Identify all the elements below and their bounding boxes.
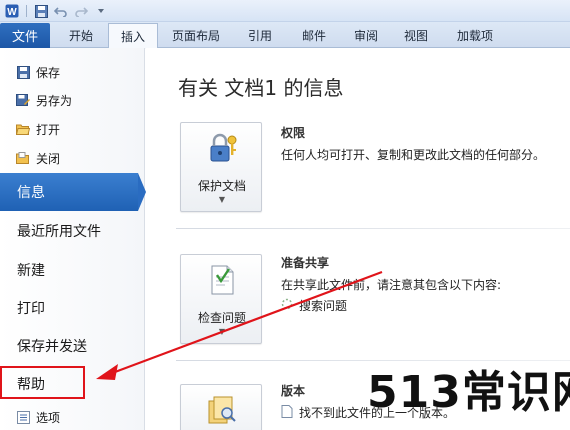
toolbar-separator <box>26 5 27 17</box>
backstage-nav: 保存 另存为 打开 关闭 信息 最近所用文件 新建 打印 保存并发送 帮助 选项 <box>0 48 146 430</box>
tab-home[interactable]: 开始 <box>56 23 106 48</box>
check-for-issues-label: 检查问题 <box>197 311 246 325</box>
document-icon <box>281 404 293 421</box>
nav-item-options[interactable]: 选项 <box>16 407 60 427</box>
tab-references[interactable]: 引用 <box>236 23 284 48</box>
versions-title: 版本 <box>281 384 306 398</box>
inspect-document-icon <box>205 263 239 297</box>
page-title: 有关 文档1 的信息 <box>178 76 344 100</box>
nav-item-print[interactable]: 打印 <box>17 298 45 318</box>
redo-icon[interactable] <box>73 3 89 19</box>
nav-item-info[interactable]: 信息 <box>0 173 138 211</box>
undo-icon[interactable] <box>53 3 69 19</box>
close-folder-icon <box>16 151 30 165</box>
help-highlight-box <box>0 366 85 399</box>
prepare-sharing-title: 准备共享 <box>281 256 330 270</box>
nav-item-label: 选项 <box>36 410 61 425</box>
permissions-title: 权限 <box>281 126 306 140</box>
lock-keys-icon <box>205 131 239 165</box>
nav-item-save-send[interactable]: 保存并发送 <box>17 336 87 356</box>
tab-insert[interactable]: 插入 <box>108 23 158 49</box>
tab-file[interactable]: 文件 <box>0 23 50 48</box>
active-indicator-arrow <box>138 173 146 211</box>
nav-item-close[interactable]: 关闭 <box>16 148 60 168</box>
nav-item-save-as[interactable]: 另存为 <box>16 90 72 110</box>
nav-item-label: 保存 <box>36 65 61 80</box>
quick-access-toolbar: W <box>4 3 109 19</box>
save-as-icon <box>16 93 30 107</box>
section-divider <box>176 228 570 229</box>
tab-page-layout[interactable]: 页面布局 <box>162 23 230 48</box>
word-app-icon[interactable]: W <box>4 3 20 19</box>
tab-review[interactable]: 审阅 <box>342 23 390 48</box>
nav-item-open[interactable]: 打开 <box>16 119 60 139</box>
permissions-description: 任何人均可打开、复制和更改此文档的任何部分。 <box>281 148 546 162</box>
nav-item-recent[interactable]: 最近所用文件 <box>17 221 101 241</box>
protect-document-label: 保护文档 <box>197 179 246 193</box>
watermark: 513常识网 <box>367 367 570 418</box>
nav-item-label: 另存为 <box>36 93 73 108</box>
searching-issues-item: 搜索问题 <box>281 297 347 314</box>
manage-versions-button[interactable] <box>180 384 262 430</box>
section-divider <box>176 360 570 361</box>
options-icon <box>16 410 30 424</box>
tab-addins[interactable]: 加载项 <box>446 23 504 48</box>
nav-item-label: 关闭 <box>36 151 61 166</box>
nav-item-new[interactable]: 新建 <box>17 260 45 280</box>
title-bar: W <box>0 0 570 22</box>
svg-text:W: W <box>7 7 17 18</box>
prepare-sharing-description: 在共享此文件前，请注意其包含以下内容: <box>281 278 502 292</box>
save-icon <box>16 65 30 79</box>
save-icon[interactable] <box>33 3 49 19</box>
nav-item-label: 打开 <box>36 122 61 137</box>
spinner-icon <box>281 298 293 313</box>
dropdown-arrow-icon: ▼ <box>218 195 226 204</box>
nav-item-save[interactable]: 保存 <box>16 62 60 82</box>
open-folder-icon <box>16 122 30 136</box>
tab-view[interactable]: 视图 <box>392 23 440 48</box>
customize-toolbar-icon[interactable] <box>93 3 109 19</box>
protect-document-button[interactable]: 保护文档 ▼ <box>180 122 262 212</box>
versions-icon <box>205 393 239 427</box>
searching-issues-text: 搜索问题 <box>299 299 348 313</box>
dropdown-arrow-icon: ▼ <box>218 327 226 336</box>
ribbon-tab-bar: 文件 开始 插入 页面布局 引用 邮件 审阅 视图 加载项 <box>0 22 570 49</box>
check-for-issues-button[interactable]: 检查问题 ▼ <box>180 254 262 344</box>
tab-mailings[interactable]: 邮件 <box>290 23 338 48</box>
